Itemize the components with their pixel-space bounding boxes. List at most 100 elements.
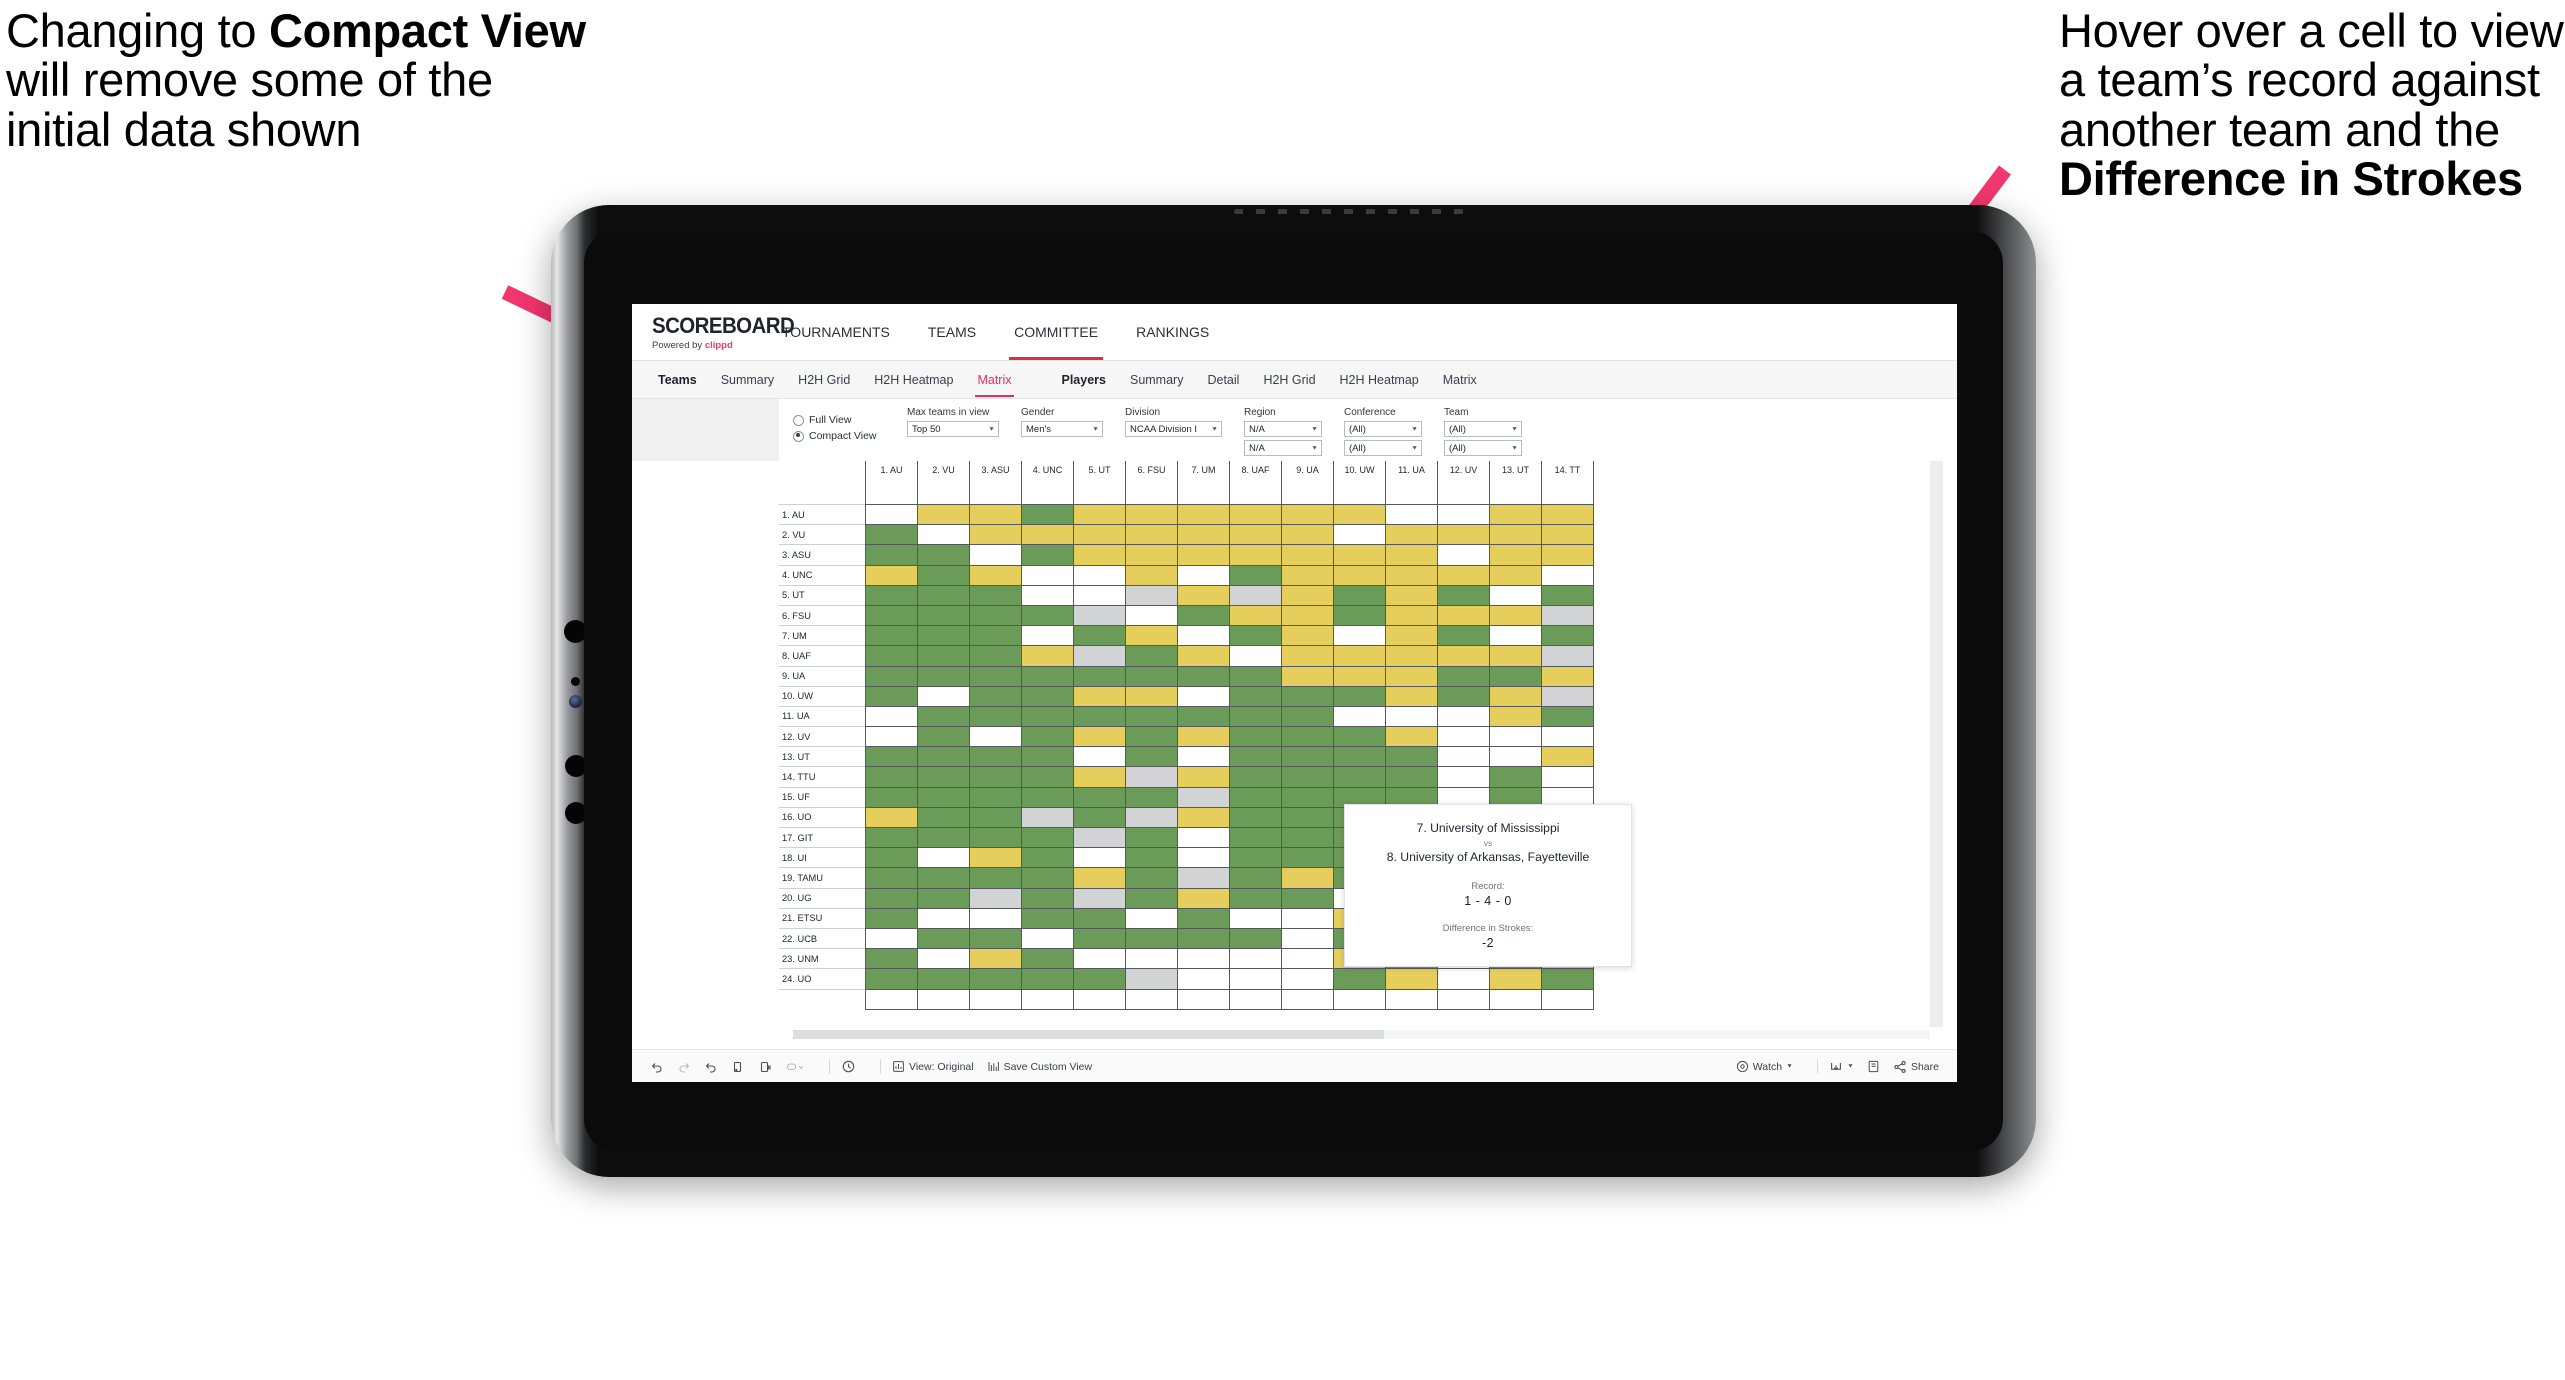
refresh-data-button[interactable] — [731, 1060, 745, 1074]
matrix-cell[interactable] — [1073, 826, 1126, 849]
matrix-cell[interactable] — [1541, 564, 1594, 586]
matrix-cell[interactable] — [1437, 726, 1490, 748]
matrix-cell[interactable] — [1229, 564, 1282, 586]
matrix-cell[interactable] — [1281, 867, 1334, 889]
matrix-cell[interactable] — [1177, 625, 1230, 647]
matrix-cell[interactable] — [1489, 746, 1542, 768]
matrix-cell[interactable] — [1021, 887, 1074, 909]
matrix-cell[interactable] — [917, 584, 970, 606]
matrix-cell[interactable] — [1281, 847, 1334, 869]
matrix-cell[interactable] — [1177, 927, 1230, 950]
matrix-cell[interactable] — [917, 665, 970, 687]
matrix-cell[interactable] — [969, 625, 1022, 647]
matrix-cell[interactable] — [917, 847, 970, 869]
matrix-cell[interactable] — [1073, 564, 1126, 586]
matrix-cell[interactable] — [1229, 726, 1282, 748]
view-original-button[interactable]: View: Original — [892, 1060, 974, 1073]
matrix-cell[interactable] — [1229, 503, 1282, 526]
matrix-cell[interactable] — [1541, 766, 1594, 788]
matrix-cell[interactable] — [969, 645, 1022, 667]
matrix-cell[interactable] — [1541, 503, 1594, 526]
matrix-cell[interactable] — [969, 726, 1022, 748]
matrix-cell[interactable] — [1229, 806, 1282, 829]
matrix-cell[interactable] — [1073, 665, 1126, 687]
matrix-cell[interactable] — [1385, 625, 1438, 647]
matrix-cell[interactable] — [1489, 503, 1542, 526]
matrix-cell[interactable] — [1177, 524, 1230, 546]
matrix-cell[interactable] — [1125, 726, 1178, 748]
matrix-cell[interactable] — [1489, 968, 1542, 990]
matrix-cell[interactable] — [1229, 685, 1282, 707]
matrix-cell[interactable] — [1385, 524, 1438, 546]
tab-players-h2h-heatmap[interactable]: H2H Heatmap — [1328, 373, 1431, 387]
matrix-cell[interactable] — [917, 887, 970, 909]
matrix-cell[interactable] — [1177, 665, 1230, 687]
matrix-cell[interactable] — [865, 847, 918, 869]
matrix-cell[interactable] — [969, 584, 1022, 606]
matrix-cell[interactable] — [1229, 584, 1282, 606]
matrix-cell[interactable] — [1177, 645, 1230, 667]
matrix-cell[interactable] — [1125, 988, 1178, 1010]
matrix-cell[interactable] — [1229, 786, 1282, 808]
matrix-cell[interactable] — [1021, 786, 1074, 808]
matrix-cell[interactable] — [1229, 887, 1282, 909]
matrix-cell[interactable] — [1073, 786, 1126, 808]
matrix-cell[interactable] — [917, 746, 970, 768]
matrix-cell[interactable] — [1437, 584, 1490, 606]
matrix-cell[interactable] — [1281, 786, 1334, 808]
matrix-cell[interactable] — [865, 806, 918, 829]
matrix-cell[interactable] — [865, 766, 918, 788]
matrix-cell[interactable] — [1333, 766, 1386, 788]
matrix-cell[interactable] — [1021, 847, 1074, 869]
matrix-cell[interactable] — [1021, 766, 1074, 788]
region-select-1[interactable]: N/A ▼ — [1244, 421, 1322, 437]
matrix-cell[interactable] — [1281, 927, 1334, 950]
matrix-cell[interactable] — [1541, 665, 1594, 687]
matrix-cell[interactable] — [917, 766, 970, 788]
matrix-cell[interactable] — [1021, 604, 1074, 627]
matrix-cell[interactable] — [1177, 988, 1230, 1010]
matrix-cell[interactable] — [1229, 826, 1282, 849]
matrix-cell[interactable] — [1229, 948, 1282, 970]
matrix-cell[interactable] — [1177, 766, 1230, 788]
matrix-cell[interactable] — [1281, 766, 1334, 788]
team-select-1[interactable]: (All) ▼ — [1444, 421, 1522, 437]
matrix-cell[interactable] — [1177, 806, 1230, 829]
conference-select-2[interactable]: (All) ▼ — [1344, 440, 1422, 456]
matrix-cell[interactable] — [1125, 786, 1178, 808]
matrix-cell[interactable] — [865, 968, 918, 990]
matrix-cell[interactable] — [1229, 524, 1282, 546]
matrix-cell[interactable] — [1021, 685, 1074, 707]
matrix-horizontal-scrollbar[interactable] — [793, 1030, 1930, 1039]
matrix-cell[interactable] — [1489, 705, 1542, 728]
matrix-cell[interactable] — [1177, 705, 1230, 728]
matrix-cell[interactable] — [1177, 887, 1230, 909]
matrix-cell[interactable] — [1229, 746, 1282, 768]
matrix-cell[interactable] — [1281, 968, 1334, 990]
matrix-cell[interactable] — [1073, 968, 1126, 990]
matrix-cell[interactable] — [1177, 948, 1230, 970]
matrix-cell[interactable] — [1333, 968, 1386, 990]
matrix-cell[interactable] — [865, 564, 918, 586]
matrix-cell[interactable] — [865, 907, 918, 929]
matrix-cell[interactable] — [969, 786, 1022, 808]
matrix-cell[interactable] — [1281, 887, 1334, 909]
matrix-cell[interactable] — [1021, 503, 1074, 526]
scrollbar-thumb[interactable] — [793, 1030, 1385, 1039]
matrix-cell[interactable] — [1229, 867, 1282, 889]
matrix-cell[interactable] — [1281, 524, 1334, 546]
matrix-cell[interactable] — [1541, 544, 1594, 566]
matrix-cell[interactable] — [1281, 746, 1334, 768]
matrix-cell[interactable] — [865, 645, 918, 667]
matrix-cell[interactable] — [1073, 847, 1126, 869]
matrix-cell[interactable] — [917, 786, 970, 808]
matrix-cell[interactable] — [917, 705, 970, 728]
matrix-cell[interactable] — [1437, 564, 1490, 586]
matrix-cell[interactable] — [1333, 685, 1386, 707]
undo-button[interactable] — [650, 1060, 664, 1074]
matrix-cell[interactable] — [1437, 503, 1490, 526]
matrix-cell[interactable] — [917, 867, 970, 889]
matrix-cell[interactable] — [1073, 867, 1126, 889]
matrix-cell[interactable] — [1437, 665, 1490, 687]
matrix-cell[interactable] — [1385, 564, 1438, 586]
